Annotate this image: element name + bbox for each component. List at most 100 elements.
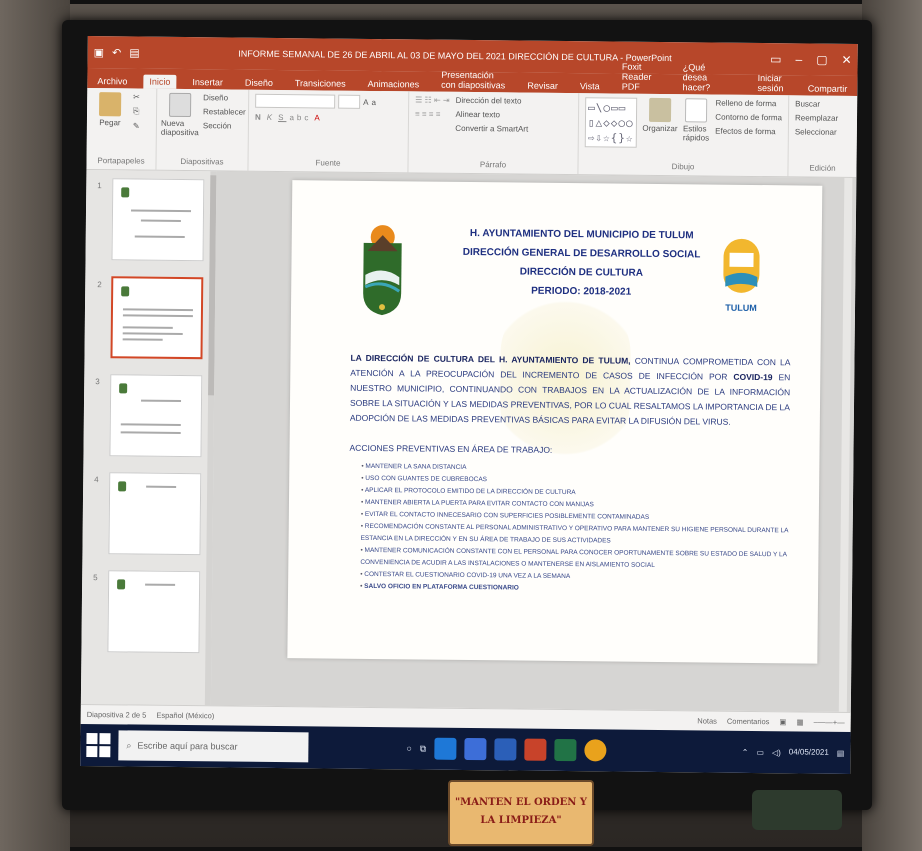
close-icon[interactable]: ✕ [841,53,851,67]
select-button[interactable]: Seleccionar [795,127,851,137]
window-title: INFORME SEMANAL DE 26 DE ABRIL AL 03 DE … [238,48,672,64]
tab-transiciones[interactable]: Transiciones [289,76,352,91]
sign-in-link[interactable]: Iniciar sesión [751,71,792,95]
search-placeholder: Escribe aquí para buscar [137,740,238,752]
cut-icon[interactable]: ✂ [133,92,140,101]
tell-me-box[interactable]: ¿Qué desea hacer? [677,60,732,95]
task-view-icon[interactable]: ⧉ [420,743,427,754]
new-slide-button[interactable]: Nueva diapositiva [161,92,199,137]
system-tray: ⌃ ▭ ◁) 04/05/2021 ▤ [742,747,845,758]
thumbnail-line [122,338,163,341]
thumbnail-line [122,308,193,312]
bold-icon[interactable]: N [255,113,264,122]
slide-thumbnail[interactable]: 1 [97,178,205,262]
undo-icon[interactable]: ↶ [112,46,121,59]
clock[interactable]: 04/05/2021 [789,747,829,757]
copy-icon[interactable]: ⎘ [133,106,140,116]
quick-styles-label: Estilos rápidos [682,124,710,143]
group-parrafo: ☰ ☷ ⇤ ⇥ ≡ ≡ ≡ ≡ Dirección del texto Alin… [408,91,580,175]
search-icon: ⌕ [126,739,132,750]
maximize-icon[interactable]: ▢ [816,53,827,67]
tab-vista[interactable]: Vista [574,79,606,93]
shrink-font-icon[interactable]: a [371,97,376,106]
format-painter-icon[interactable]: ✎ [133,121,140,130]
shape-effects-button[interactable]: Efectos de forma [715,127,782,137]
volume-icon[interactable]: ◁) [772,748,781,757]
intro-paragraph: LA DIRECCIÓN DE CULTURA DEL H. AYUNTAMIE… [350,351,791,431]
wall-sign: "MANTEN EL ORDEN Y LA LIMPIEZA" [448,780,594,846]
network-icon[interactable]: ▭ [756,748,764,757]
taskbar-search[interactable]: ⌕ Escribe aquí para buscar [118,730,309,763]
smartart-button[interactable]: Convertir a SmartArt [455,124,528,134]
slide-thumbnail-selected[interactable]: 2 [97,276,204,360]
layout-button[interactable]: Diseño [203,93,246,102]
cortana-icon[interactable]: ○ [406,743,412,753]
tab-presentacion[interactable]: Presentación con diapositivas [435,68,511,93]
tab-foxit[interactable]: Foxit Reader PDF [616,60,667,95]
tab-diseno[interactable]: Diseño [239,76,279,90]
organize-button[interactable]: Organizar [642,97,678,133]
windows-start-icon[interactable] [86,733,111,758]
grow-font-icon[interactable]: A [363,97,368,106]
italic-icon[interactable]: K [267,113,275,122]
align-icon[interactable]: ≡ ≡ ≡ ≡ [415,109,450,118]
slide[interactable]: H. AYUNTAMIENTO DEL MUNICIPIO DE TULUM D… [287,180,823,664]
municipal-crest-logo [363,225,402,316]
notifications-icon[interactable]: ▤ [837,748,845,757]
quick-styles-button[interactable]: Estilos rápidos [683,98,710,142]
tab-inicio[interactable]: Inicio [143,74,177,89]
window-controls: ▭ – ▢ ✕ [770,52,852,67]
zoom-slider[interactable]: –——+— [814,718,845,727]
shape-outline-button[interactable]: Contorno de forma [715,113,782,123]
slide-thumbnail[interactable]: 3 [95,374,203,458]
excel-icon[interactable] [554,738,577,762]
slide-thumbnail[interactable]: 5 [93,570,201,654]
slide-thumbnail[interactable]: 4 [94,472,202,556]
thumbnail-line [141,399,182,402]
tab-insertar[interactable]: Insertar [186,75,229,89]
find-button[interactable]: Buscar [795,99,851,109]
font-size-input[interactable] [338,94,361,109]
thumbnail-crest [119,383,128,394]
powerpoint-icon[interactable] [524,738,547,761]
save-icon[interactable]: ▣ [94,46,105,59]
tab-animaciones[interactable]: Animaciones [362,77,426,92]
shape-fill-button[interactable]: Relleno de forma [715,99,782,109]
slideshow-icon[interactable]: ▤ [129,46,140,59]
file-explorer-icon[interactable] [464,737,487,761]
tulum-logo: TULUM [723,238,760,313]
section-button[interactable]: Sección [203,121,246,130]
chrome-icon[interactable] [584,739,607,762]
tulum-logo-text: TULUM [725,303,757,313]
font-color-icon[interactable]: A [314,113,322,122]
group-portapapeles: Pegar ✂ ⎘ ✎ Portapapeles [86,87,158,170]
strikethrough-icon[interactable]: abc [289,113,311,122]
edge-icon[interactable] [434,737,457,760]
reset-button[interactable]: Restablecer [203,107,246,116]
thumbnail-crest [117,579,126,590]
text-direction-button[interactable]: Dirección del texto [456,96,529,106]
minimize-icon[interactable]: – [795,52,802,66]
canvas-scrollbar[interactable] [838,177,853,712]
tray-up-icon[interactable]: ⌃ [742,747,749,756]
notes-button[interactable]: Notas [697,716,717,725]
thumbnail-line [120,431,181,434]
shapes-gallery[interactable]: ▭\○▭▭ ▯△◇◇○○ ⇨⇩☆{}☆ [584,97,638,148]
tab-archivo[interactable]: Archivo [91,74,133,88]
tab-revisar[interactable]: Revisar [521,79,564,93]
language-status[interactable]: Español (México) [156,711,214,721]
underline-icon[interactable]: S [278,113,286,122]
view-normal-icon[interactable]: ▣ [779,717,786,726]
ribbon-options-icon[interactable]: ▭ [770,52,781,66]
group-diapositivas: Nueva diapositiva Diseño Restablecer Sec… [156,88,250,171]
view-sorter-icon[interactable]: ▦ [796,717,803,726]
bullets-icon[interactable]: ☰ ☷ ⇤ ⇥ [415,95,450,104]
replace-button[interactable]: Reemplazar [795,113,851,123]
comments-button[interactable]: Comentarios [727,717,770,726]
share-button[interactable]: Compartir [802,81,854,96]
paste-button[interactable]: Pegar [93,92,127,127]
align-text-button[interactable]: Alinear texto [455,110,528,120]
thumbnail-number: 3 [95,377,100,387]
word-icon[interactable] [494,738,517,761]
font-name-input[interactable] [255,93,336,109]
